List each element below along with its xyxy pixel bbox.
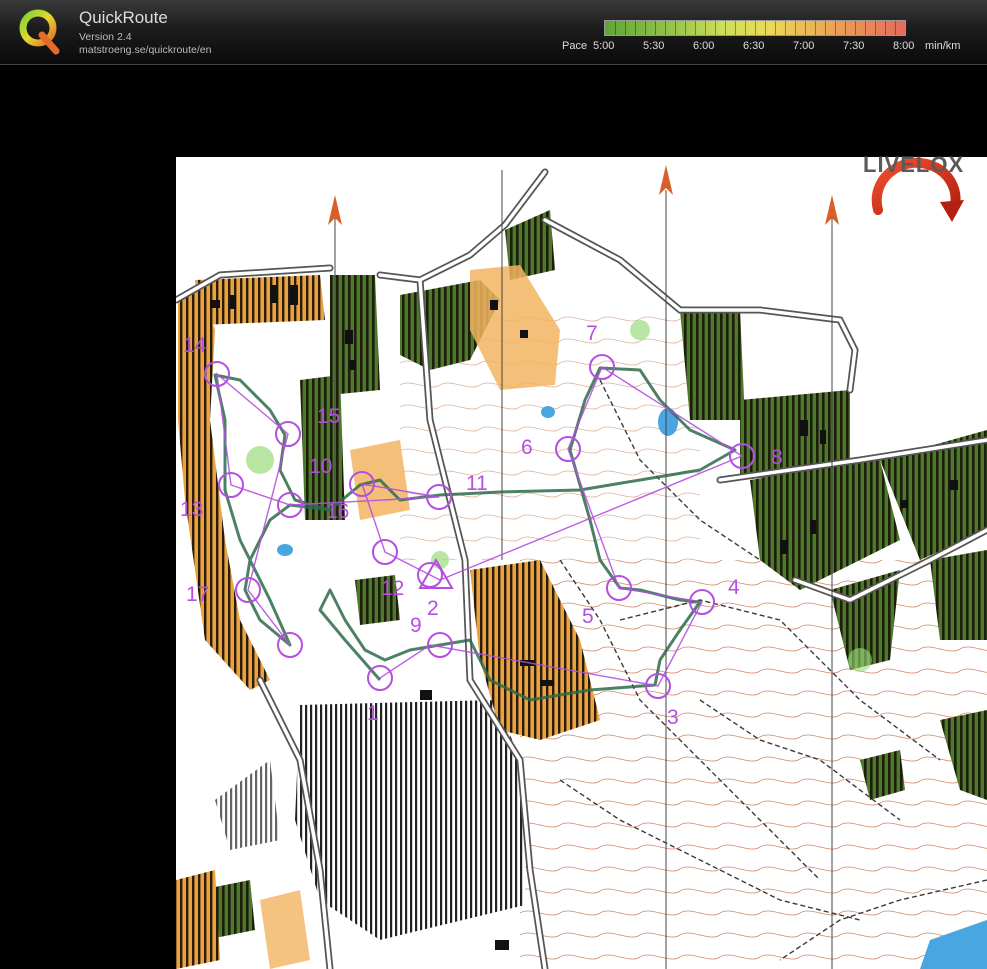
- pace-label: 5:30: [643, 40, 665, 52]
- control-number: 11: [466, 472, 488, 495]
- pace-legend-divider: [815, 21, 816, 35]
- app-header: QuickRoute Version 2.4 matstroeng.se/qui…: [0, 0, 987, 65]
- pace-legend-divider: [755, 21, 756, 35]
- livelox-wordmark: LIVELOX: [863, 152, 965, 177]
- pace-legend-divider: [635, 21, 636, 35]
- open-land: [176, 870, 220, 969]
- map-canvas[interactable]: 1 2 3 4 5 6 7 8 9 10 11 12 13 14 15 16 1…: [176, 157, 987, 969]
- pace-legend-divider: [685, 21, 686, 35]
- app-title: QuickRoute: [79, 8, 168, 27]
- map-viewport[interactable]: 1 2 3 4 5 6 7 8 9 10 11 12 13 14 15 16 1…: [0, 65, 987, 969]
- control-number: 10: [309, 455, 332, 478]
- green-area: [930, 550, 987, 640]
- restricted-area: [295, 700, 525, 940]
- control-number: 17: [186, 583, 209, 606]
- control-number: 7: [586, 322, 598, 345]
- control-number: 6: [521, 436, 533, 459]
- control-number: 1: [367, 702, 379, 725]
- pace-legend-divider: [785, 21, 786, 35]
- control-number: 15: [317, 405, 340, 428]
- pace-prefix-label: Pace: [562, 40, 588, 52]
- pace-legend-divider: [725, 21, 726, 35]
- pace-legend-divider: [805, 21, 806, 35]
- pace-label: 6:00: [693, 40, 715, 52]
- control-number: 8: [771, 446, 783, 469]
- control-number: 4: [728, 576, 740, 599]
- pace-legend-divider: [825, 21, 826, 35]
- lake: [658, 408, 678, 436]
- pace-legend-divider: [865, 21, 866, 35]
- pace-legend-divider: [705, 21, 706, 35]
- pace-legend-divider: [885, 21, 886, 35]
- control-number: 3: [667, 706, 679, 729]
- pace-legend-divider: [735, 21, 736, 35]
- control-number: 5: [582, 605, 594, 628]
- pace-legend-divider: [855, 21, 856, 35]
- control-number: 13: [180, 498, 203, 521]
- pace-legend-divider: [695, 21, 696, 35]
- pace-legend-divider: [845, 21, 846, 35]
- pace-legend-divider: [775, 21, 776, 35]
- green-area: [680, 310, 745, 420]
- pace-legend-divider: [895, 21, 896, 35]
- pace-label: 7:00: [793, 40, 815, 52]
- pace-label: 7:30: [843, 40, 865, 52]
- control-number: 12: [381, 577, 404, 600]
- lake: [277, 544, 293, 556]
- pace-legend-labels: Pace 5:00 5:30 6:00 6:30 7:00 7:30 8:00 …: [0, 40, 987, 54]
- pace-label: 8:00: [893, 40, 915, 52]
- green-area: [300, 375, 345, 520]
- pace-legend-divider: [645, 21, 646, 35]
- lake: [541, 406, 555, 418]
- pace-legend-divider: [875, 21, 876, 35]
- pace-label: 6:30: [743, 40, 765, 52]
- pace-legend-divider: [765, 21, 766, 35]
- pace-label: 5:00: [593, 40, 615, 52]
- pace-legend-divider: [835, 21, 836, 35]
- pace-color-legend: [604, 20, 906, 36]
- pace-unit-label: min/km: [925, 40, 961, 52]
- pace-legend-divider: [655, 21, 656, 35]
- pace-legend-divider: [715, 21, 716, 35]
- pace-legend-divider: [615, 21, 616, 35]
- control-number: 16: [326, 500, 349, 523]
- control-number: 9: [410, 614, 422, 637]
- pace-legend-divider: [795, 21, 796, 35]
- control-number: 14: [183, 334, 207, 357]
- pace-legend-divider: [665, 21, 666, 35]
- pace-legend-grid: [605, 21, 905, 35]
- pace-legend-divider: [745, 21, 746, 35]
- pace-legend-divider: [625, 21, 626, 35]
- orienteering-map[interactable]: 1 2 3 4 5 6 7 8 9 10 11 12 13 14 15 16 1…: [176, 157, 987, 969]
- control-number: 2: [427, 597, 439, 620]
- pace-legend-divider: [675, 21, 676, 35]
